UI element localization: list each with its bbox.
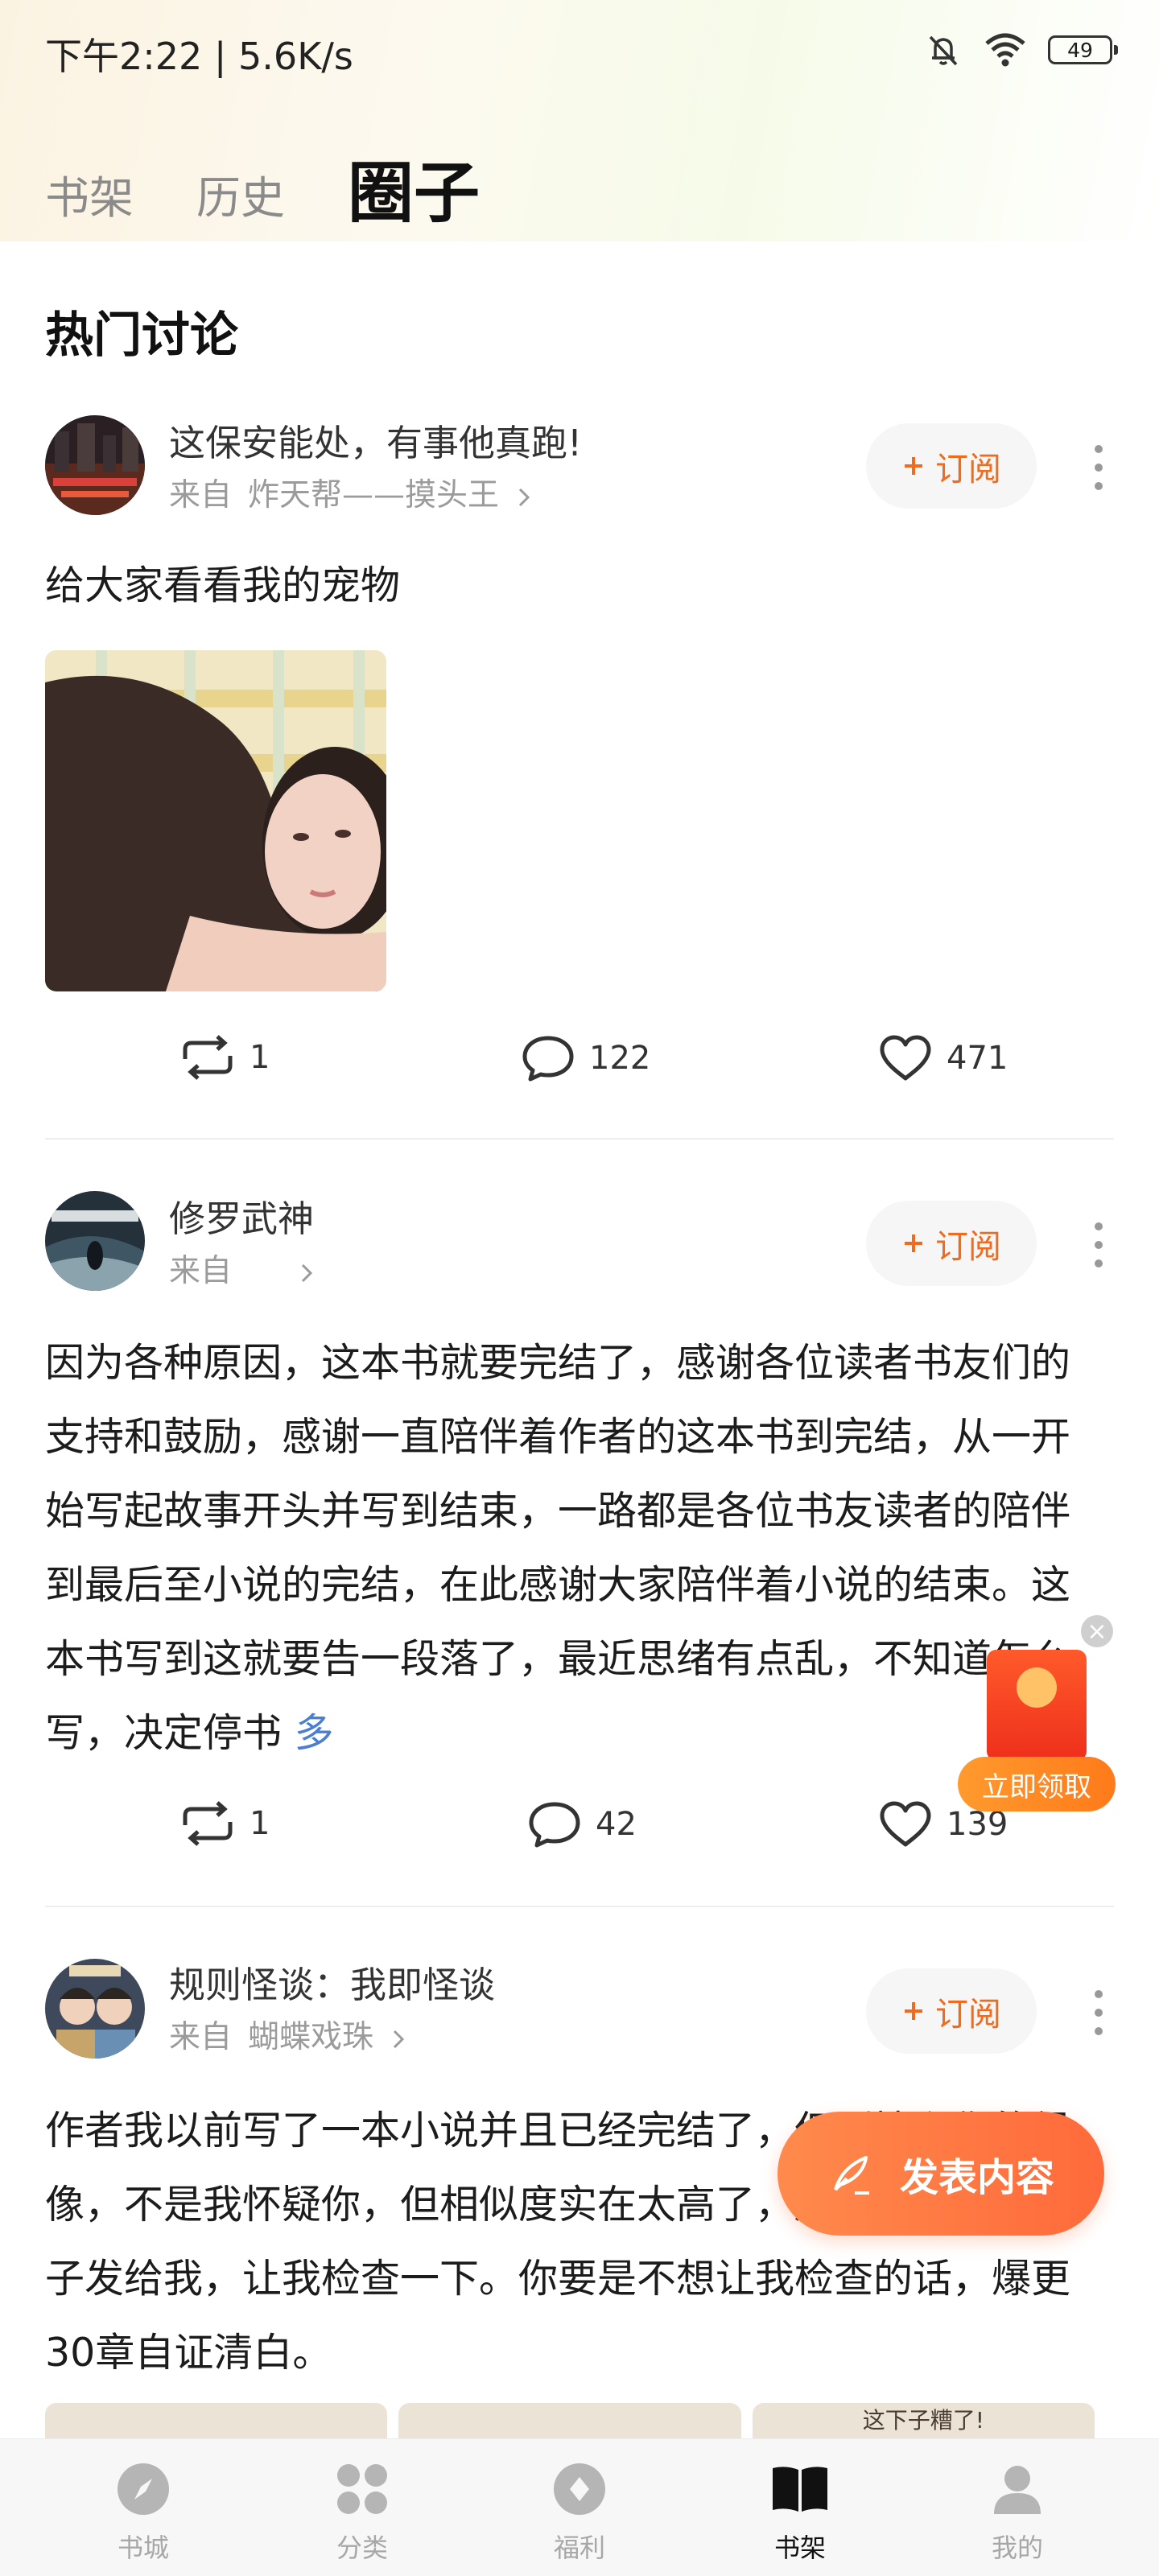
thumb-caption: 这下子糟了! — [862, 2407, 984, 2434]
book-cover-avatar[interactable] — [45, 1191, 145, 1291]
status-bar: 下午2:22 | 5.6K/s 49 — [0, 0, 1159, 97]
claim-now-button[interactable]: 立即领取 — [958, 1757, 1116, 1811]
repost-count: 1 — [250, 1039, 270, 1076]
nav-bookshelf[interactable]: 书架 — [744, 2459, 856, 2565]
battery-indicator: 49 — [1048, 35, 1118, 64]
book-cover-avatar[interactable] — [45, 1959, 145, 2059]
post-text-content: 因为各种原因，这本书就要完结了，感谢各位读者书友们的支持和鼓励，感谢一直陪伴着作… — [45, 1340, 1071, 1756]
post-image-thumb[interactable]: 这下子糟了! — [752, 2403, 1095, 2440]
section-title: 热门讨论 — [45, 307, 238, 364]
plus-icon — [905, 2002, 922, 2020]
compass-icon — [118, 2463, 169, 2515]
nav-label: 我的 — [991, 2533, 1043, 2563]
book-icon — [773, 2467, 827, 2512]
status-time: 下午2:22 | 5.6K/s — [45, 35, 353, 78]
more-link[interactable]: 多 — [295, 1710, 334, 1756]
publish-label: 发表内容 — [899, 2155, 1054, 2200]
from-label: 来自 — [169, 477, 233, 513]
nav-category[interactable]: 分类 — [306, 2459, 419, 2565]
comment-count: 42 — [596, 1806, 637, 1843]
repost-action[interactable]: 1 — [179, 1799, 270, 1848]
source-name: 炸天帮——摸头王 — [248, 477, 500, 513]
post-text[interactable]: 给大家看看我的宠物 — [45, 549, 1091, 623]
comment-action[interactable]: 122 — [520, 1033, 650, 1083]
heart-icon — [880, 1035, 931, 1081]
source-name: 蝴蝶戏珠 — [248, 2019, 374, 2055]
post-image-thumb[interactable] — [398, 2403, 741, 2440]
post-image[interactable] — [45, 650, 386, 991]
subscribe-label: 订阅 — [935, 1995, 1001, 2034]
book-cover-image — [45, 1191, 145, 1291]
nav-label: 分类 — [336, 2533, 388, 2563]
publish-content-button[interactable]: 发表内容 — [777, 2112, 1104, 2236]
subscribe-label: 订阅 — [935, 450, 1001, 488]
repost-icon — [183, 1801, 233, 1846]
repost-action[interactable]: 1 — [179, 1033, 270, 1082]
gift-icon — [554, 2463, 605, 2515]
chevron-right-icon — [519, 488, 530, 506]
comment-count: 122 — [589, 1040, 651, 1077]
like-count: 471 — [947, 1040, 1008, 1077]
repost-icon — [183, 1035, 233, 1080]
quill-icon — [834, 2156, 869, 2195]
post-divider — [45, 1906, 1114, 1907]
close-icon[interactable]: × — [1081, 1615, 1113, 1647]
nav-mine[interactable]: 我的 — [961, 2459, 1074, 2565]
coin-icon — [1017, 1667, 1057, 1708]
book-title[interactable]: 修罗武神 — [169, 1189, 314, 1242]
post-source[interactable]: 来自 蝴蝶戏珠 — [169, 2012, 407, 2057]
chevron-right-icon — [302, 1263, 313, 1282]
tab-history[interactable]: 历史 — [196, 176, 285, 227]
post-text[interactable]: 因为各种原因，这本书就要完结了，感谢各位读者书友们的支持和鼓励，感谢一直陪伴着作… — [45, 1326, 1083, 1770]
book-cover-image — [45, 415, 145, 515]
post-image-row: 这下子糟了! — [45, 2403, 1095, 2440]
plus-icon — [905, 1234, 922, 1252]
more-options-icon[interactable] — [1087, 1217, 1111, 1273]
subscribe-button[interactable]: 订阅 — [866, 1968, 1037, 2054]
nav-label: 书城 — [117, 2533, 169, 2563]
subscribe-button[interactable]: 订阅 — [866, 1201, 1037, 1286]
book-cover-image — [45, 1959, 145, 2059]
subscribe-label: 订阅 — [935, 1227, 1001, 1266]
top-tabs: 书架 历史 圈子 — [45, 138, 480, 227]
post-source[interactable]: 来自 — [169, 1246, 316, 1291]
post-source[interactable]: 来自 炸天帮——摸头王 — [169, 470, 533, 515]
post-divider — [45, 1138, 1114, 1140]
person-icon — [994, 2466, 1041, 2514]
repost-count: 1 — [250, 1805, 270, 1842]
book-title[interactable]: 规则怪谈：我即怪谈 — [169, 1956, 495, 2008]
subscribe-button[interactable]: 订阅 — [866, 423, 1037, 509]
book-title[interactable]: 这保安能处，有事他真跑! — [169, 414, 582, 466]
comment-action[interactable]: 42 — [526, 1799, 637, 1849]
heart-icon — [880, 1801, 931, 1847]
tab-circle[interactable]: 圈子 — [348, 161, 480, 227]
mute-bell-icon — [929, 35, 958, 66]
nav-label: 书架 — [773, 2533, 826, 2563]
book-cover-avatar[interactable] — [45, 415, 145, 515]
chevron-right-icon — [394, 2030, 405, 2048]
battery-level: 49 — [1067, 38, 1093, 62]
photo-image — [45, 650, 386, 991]
red-packet-icon[interactable] — [987, 1650, 1087, 1761]
wifi-icon — [985, 33, 1025, 67]
comment-icon — [522, 1036, 574, 1082]
bottom-nav: 书城 分类 福利 书架 我的 — [0, 2438, 1159, 2576]
more-options-icon[interactable] — [1087, 439, 1111, 496]
nav-bookstore[interactable]: 书城 — [87, 2459, 200, 2565]
like-action[interactable]: 471 — [877, 1033, 1008, 1083]
category-icon — [337, 2464, 387, 2514]
nav-label: 福利 — [553, 2533, 605, 2563]
from-label: 来自 — [169, 2019, 233, 2055]
from-label: 来自 — [169, 1253, 233, 1289]
tab-bookshelf[interactable]: 书架 — [45, 176, 134, 227]
more-options-icon[interactable] — [1087, 1985, 1111, 2041]
plus-icon — [905, 457, 922, 475]
comment-icon — [529, 1802, 580, 1848]
post-image-thumb[interactable] — [45, 2403, 388, 2440]
nav-benefits[interactable]: 福利 — [523, 2459, 636, 2565]
status-icons: 49 — [924, 27, 1118, 72]
